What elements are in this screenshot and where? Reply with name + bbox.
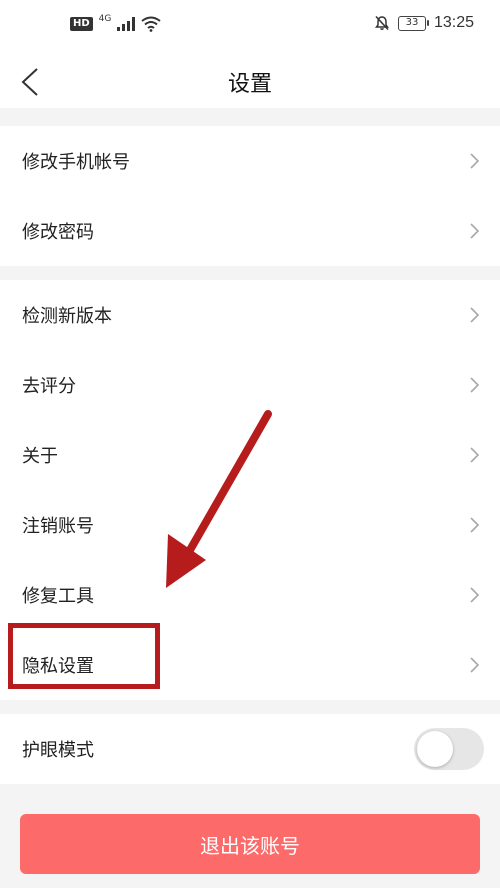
chevron-right-icon	[470, 153, 480, 169]
highlight-box	[8, 623, 160, 689]
settings-row-rate[interactable]: 去评分	[0, 350, 500, 420]
chevron-right-icon	[470, 307, 480, 323]
settings-row-check-version[interactable]: 检测新版本	[0, 280, 500, 350]
chevron-right-icon	[470, 223, 480, 239]
chevron-right-icon	[470, 587, 480, 603]
settings-row-eye-mode: 护眼模式	[0, 714, 500, 784]
status-left: HD 4G	[70, 14, 161, 32]
settings-row-delete-account[interactable]: 注销账号	[0, 490, 500, 560]
toggle-knob	[417, 731, 453, 767]
chevron-right-icon	[470, 517, 480, 533]
settings-row-change-password[interactable]: 修改密码	[0, 196, 500, 266]
chevron-right-icon	[470, 657, 480, 673]
chevron-right-icon	[470, 377, 480, 393]
row-label: 修复工具	[22, 586, 94, 607]
row-label: 注销账号	[22, 516, 94, 537]
network-label: 4G	[98, 14, 112, 24]
settings-row-repair-tool[interactable]: 修复工具	[0, 560, 500, 630]
settings-group-account: 修改手机帐号 修改密码	[0, 126, 500, 266]
row-label: 关于	[22, 446, 58, 467]
eye-mode-toggle[interactable]	[414, 728, 484, 770]
bell-off-icon	[374, 15, 389, 31]
settings-row-change-phone[interactable]: 修改手机帐号	[0, 126, 500, 196]
row-label: 去评分	[22, 376, 76, 397]
row-label: 检测新版本	[22, 306, 112, 327]
signal-icon	[117, 17, 136, 31]
settings-group-eye-mode: 护眼模式	[0, 714, 500, 784]
page-title: 设置	[227, 72, 272, 97]
clock: 13:25	[433, 14, 474, 31]
row-label: 修改手机帐号	[22, 152, 130, 173]
wifi-icon	[141, 16, 161, 32]
status-bar: HD 4G 33 13:25	[0, 0, 500, 54]
status-right: 33 13:25	[374, 14, 474, 32]
row-label: 修改密码	[22, 222, 94, 243]
hd-badge: HD	[70, 17, 93, 31]
row-label: 护眼模式	[22, 740, 94, 761]
logout-button[interactable]: 退出该账号	[20, 814, 480, 874]
settings-row-about[interactable]: 关于	[0, 420, 500, 490]
battery-indicator: 33	[397, 15, 429, 31]
header: 设置	[0, 54, 500, 108]
chevron-right-icon	[470, 447, 480, 463]
